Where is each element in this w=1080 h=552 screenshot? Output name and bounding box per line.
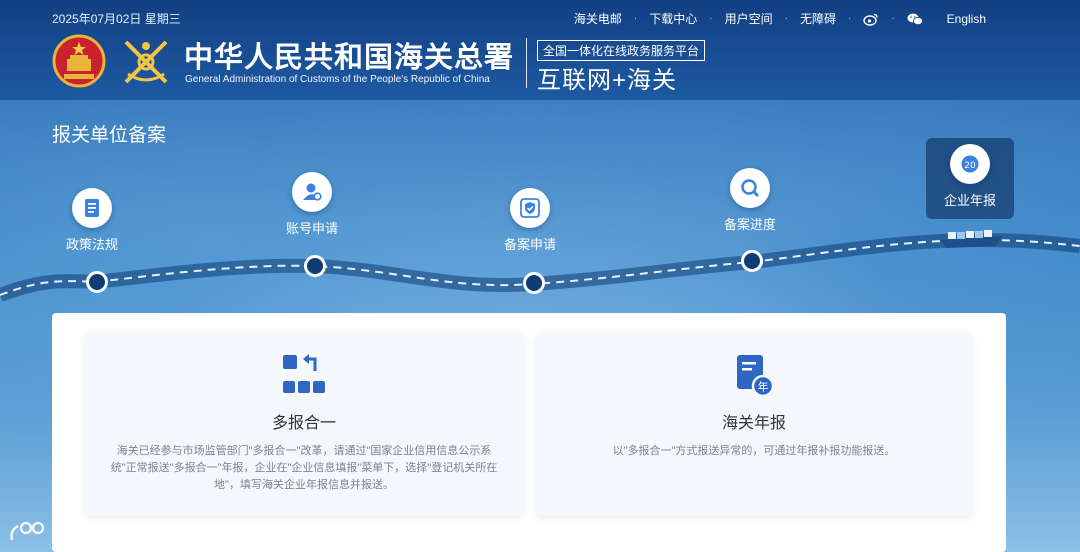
step-label: 企业年报: [943, 193, 996, 208]
step-marker: [304, 255, 326, 277]
site-title-english: General Administration of Customs of the…: [185, 74, 490, 85]
step-account[interactable]: 账号申请: [286, 172, 338, 237]
card-customs-annual-report[interactable]: 年 海关年报 以"多报合一"方式报送异常的，可通过年报补报功能报送。: [536, 333, 972, 516]
header-divider: [526, 38, 527, 88]
site-title-chinese: 中华人民共和国海关总署: [184, 40, 515, 74]
wechat-icon[interactable]: [907, 12, 923, 26]
nav-separator: ·: [847, 13, 852, 24]
step-filing[interactable]: 备案申请: [504, 188, 556, 253]
step-policy[interactable]: 政策法规: [66, 188, 118, 253]
nav-accessibility-link[interactable]: 无障碍: [788, 10, 848, 27]
site-header: 2025年07月02日 星期三 海关电邮 · 下载中心 · 用户空间 · 无障碍…: [0, 0, 1080, 100]
step-marker: [741, 250, 763, 272]
nav-user-space-link[interactable]: 用户空间: [713, 10, 785, 27]
watermark-text: 大数跨境: [52, 523, 129, 544]
step-label: 政策法规: [66, 237, 119, 252]
svg-text:20: 20: [964, 161, 976, 171]
nav-separator: ·: [891, 13, 895, 24]
step-marker: [523, 272, 545, 294]
current-date: 2025年07月02日 星期三: [52, 12, 181, 26]
customs-logo-icon: [124, 40, 168, 84]
step-progress[interactable]: 备案进度: [724, 168, 776, 233]
watermark-logo-icon: [10, 521, 45, 540]
nav-email-link[interactable]: 海关电邮: [562, 10, 634, 27]
national-emblem-icon: [52, 34, 106, 88]
page-title: 报关单位备案: [52, 125, 167, 146]
card-multi-report[interactable]: 多报合一 海关已经参与市场监管部门"多报合一"改革，请通过"国家企业信用信息公示…: [86, 333, 522, 516]
step-marker: [86, 271, 108, 293]
nav-download-link[interactable]: 下载中心: [637, 10, 709, 27]
step-label: 备案申请: [504, 237, 557, 252]
shield-check-icon: [510, 188, 550, 228]
svg-text:年: 年: [758, 380, 769, 394]
language-switch-english[interactable]: English: [935, 12, 998, 26]
platform-subtitle: 全国一体化在线政务服务平台: [537, 40, 706, 61]
document-list-icon: [72, 188, 112, 228]
annual-report-icon: 20: [950, 144, 990, 184]
card-title: 多报合一: [271, 415, 336, 432]
blocks-merge-icon: [283, 354, 325, 393]
card-description: 以"多报合一"方式报送异常的，可通过年报补报功能报送。: [612, 445, 896, 457]
cargo-ship-icon: [940, 230, 1002, 248]
user-settings-icon: [292, 172, 332, 212]
annual-document-icon: 年: [737, 355, 775, 397]
platform-title: 互联网+海关: [537, 67, 678, 94]
card-description: 海关已经参与市场监管部门"多报合一"改革，请通过"国家企业信用信息公示系统"正常…: [110, 445, 498, 491]
top-nav: 海关电邮 · 下载中心 · 用户空间 · 无障碍 · · English: [562, 10, 998, 27]
magnifier-icon: [730, 168, 770, 208]
step-annual-report[interactable]: 20 企业年报: [926, 138, 1014, 219]
content-panel: 多报合一 海关已经参与市场监管部门"多报合一"改革，请通过"国家企业信用信息公示…: [52, 313, 1006, 552]
card-title: 海关年报: [721, 415, 786, 432]
step-label: 备案进度: [724, 217, 777, 232]
step-label: 账号申请: [286, 221, 339, 236]
watermark: 大数跨境: [8, 518, 128, 545]
weibo-icon[interactable]: [863, 12, 879, 26]
